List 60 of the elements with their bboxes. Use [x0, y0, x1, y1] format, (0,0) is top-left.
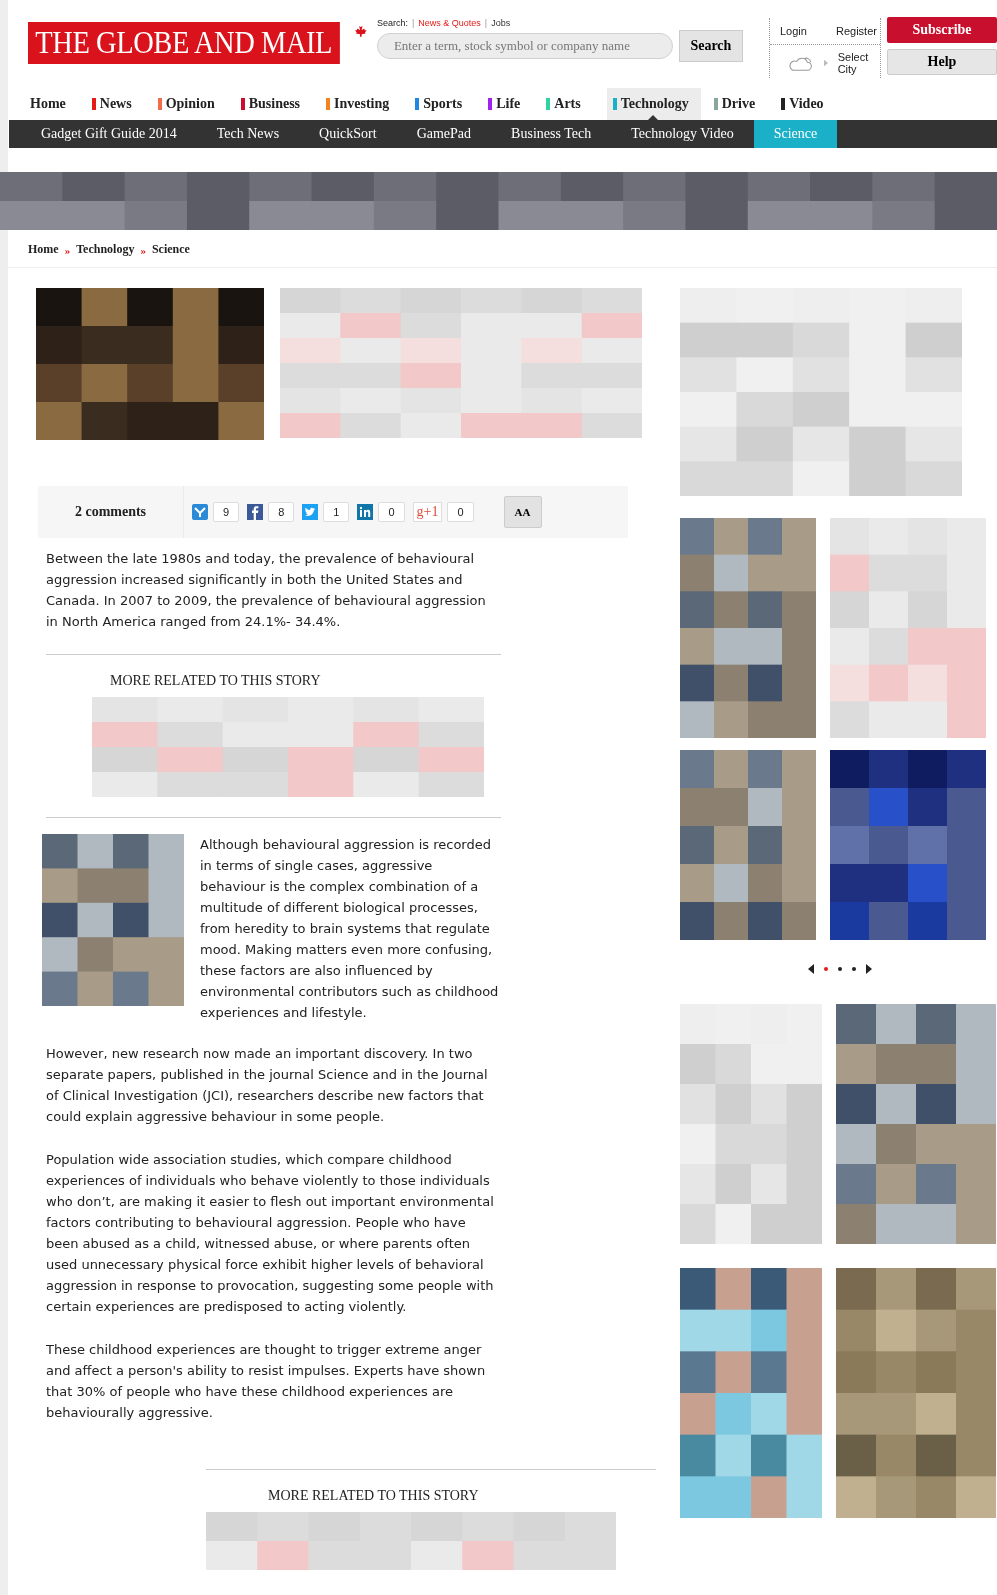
- article-paragraph: Population wide association studies, which compare childhood experiences of individuals who behave violently to those individuals who don’t, are making it easier to flesh out important environmental factors contributing to behavioural aggression. People who have been abused as a child, witnessed abuse, or where parents often used unnecessary physical force exhibit higher levels of behavioral aggression in response to provocation, suggesting some people with certain experiences are predisposed to acting violently.: [46, 1151, 495, 1316]
- google-plus-button[interactable]: g+1: [412, 502, 443, 522]
- logo[interactable]: THE GLOBE AND MAIL: [28, 22, 340, 64]
- subnav-tab[interactable]: Tech News: [196, 120, 300, 148]
- breadcrumb-link[interactable]: Science: [151, 242, 190, 257]
- search-label: Search:: [376, 18, 408, 28]
- linkedin-icon[interactable]: [357, 504, 374, 520]
- separator: |: [484, 18, 488, 28]
- select-city-link[interactable]: Select City: [837, 51, 880, 75]
- share-count: 9: [213, 502, 240, 522]
- next-arrow-icon[interactable]: [866, 964, 872, 974]
- article-paragraph: Between the late 1980s and today, the prevalence of behavioural aggression increased significantly in both the United States and Canada. In 2007 to 2009, the prevalence of behavioural aggression in North America ranged from 24.1%- 34.4%.: [46, 550, 487, 631]
- carousel-dot[interactable]: [852, 967, 856, 971]
- breadcrumb-link[interactable]: Home: [28, 242, 59, 257]
- caret-icon: [823, 59, 828, 67]
- subscribe-button[interactable]: Subscribe: [887, 17, 997, 43]
- article-paragraph: However, new research now made an important discovery. In two separate papers, published in the journal Science and in the Journal of Clinical Investigation (JCI), researchers describe new factors that could explain aggressive behaviour in some people.: [46, 1045, 489, 1126]
- font-size-button[interactable]: AA: [503, 496, 542, 528]
- related-heading: MORE RELATED TO THIS STORY: [110, 673, 322, 689]
- previous-arrow-icon[interactable]: [808, 964, 814, 974]
- related-heading: MORE RELATED TO THIS STORY: [268, 1488, 480, 1504]
- comments-link[interactable]: 2 comments: [38, 486, 184, 538]
- carousel-dot[interactable]: [838, 967, 842, 971]
- subnav-tab[interactable]: Technology Video: [611, 120, 754, 148]
- login-link[interactable]: Login: [769, 25, 817, 37]
- nav-tab[interactable]: Opinion: [157, 88, 228, 120]
- twitter-icon[interactable]: [302, 504, 319, 520]
- subnav-tab[interactable]: QuickSort: [299, 120, 397, 148]
- breadcrumb-separator: »: [64, 243, 71, 256]
- breadcrumb-link[interactable]: Technology: [76, 242, 135, 257]
- nav-tab[interactable]: Drive: [713, 88, 769, 120]
- share-count: 0: [447, 502, 474, 522]
- nav-tab[interactable]: Home: [30, 88, 79, 120]
- article-paragraph: These childhood experiences are thought to trigger extreme anger and affect a person's ability to resist impulses. Experts have shown that 30% of people who have these childhood experiences are behaviourally aggressive.: [46, 1341, 487, 1422]
- nav-tab[interactable]: Life: [488, 88, 534, 120]
- nav-tab[interactable]: Technology: [606, 88, 701, 120]
- carousel-dot[interactable]: [824, 967, 828, 971]
- help-button[interactable]: Help: [887, 49, 997, 75]
- nav-tab[interactable]: Investing: [326, 88, 403, 120]
- search-scope-link[interactable]: News & Quotes: [418, 18, 481, 28]
- nav-tab[interactable]: Video: [781, 88, 837, 120]
- search-scope-link[interactable]: Jobs: [491, 18, 511, 28]
- share-count: 0: [378, 502, 405, 522]
- subnav-tab[interactable]: Business Tech: [491, 120, 612, 148]
- nav-tab[interactable]: Sports: [415, 88, 476, 120]
- nav-tab[interactable]: Business: [240, 88, 314, 120]
- nav-tab[interactable]: Arts: [546, 88, 594, 120]
- breadcrumb-separator: »: [140, 243, 146, 256]
- share-count: 8: [268, 502, 295, 522]
- article-paragraph: Although behavioural aggression is recorded in terms of single cases, aggressive behaviour is the complex combination of a multitude of different biological processes, from heredity to brain systems that regulate mood. Making matters even more confusing, these factors are also influenced by environmental contributors such as childhood experiences and lifestyle.: [200, 836, 500, 1022]
- register-link[interactable]: Register: [832, 25, 880, 37]
- separator: |: [411, 18, 415, 28]
- nav-tab[interactable]: News: [91, 88, 145, 120]
- share-icon[interactable]: [192, 504, 208, 520]
- subnav-tab[interactable]: Gadget Gift Guide 2014: [21, 120, 197, 148]
- subnav-tab[interactable]: GamePad: [396, 120, 492, 148]
- search-button[interactable]: Search: [678, 30, 743, 62]
- search-field[interactable]: Enter a term, stock symbol or company name: [376, 33, 673, 59]
- facebook-icon[interactable]: [247, 504, 264, 520]
- share-count: 1: [323, 502, 350, 522]
